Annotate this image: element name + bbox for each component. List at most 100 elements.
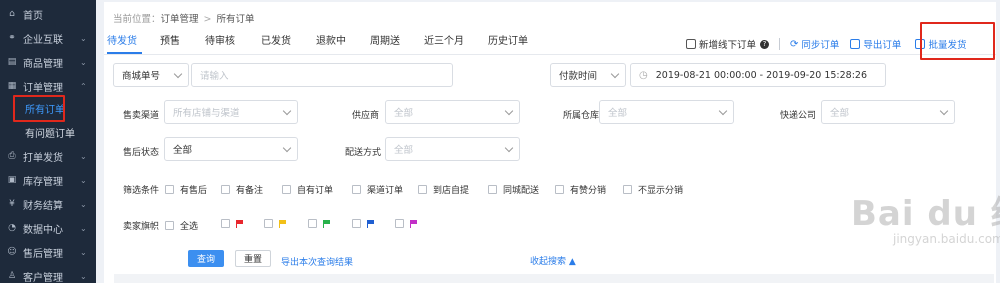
- seller-flags-label: 卖家旗帜: [123, 222, 160, 232]
- tab-presale[interactable]: 预售: [160, 32, 180, 47]
- checkbox[interactable]: [555, 185, 564, 194]
- condition-youzan-distribution[interactable]: 有赞分销: [555, 183, 606, 196]
- finance-icon: ¥: [9, 199, 15, 209]
- sidebar-item-customers[interactable]: ♙ 客户管理 ⌄: [0, 264, 96, 283]
- sales-channel-select[interactable]: 所有店铺与渠道: [164, 100, 298, 124]
- checkbox[interactable]: [165, 221, 174, 230]
- batch-ship-label: 批量发货: [928, 40, 967, 51]
- blue-flag-icon: [367, 219, 375, 228]
- order-number-type-select[interactable]: 商城单号: [113, 63, 189, 87]
- flag-red-option[interactable]: [221, 219, 244, 228]
- results-header-strip: [114, 274, 994, 283]
- link-icon: ⚭: [8, 33, 16, 43]
- flag-green-option[interactable]: [308, 219, 331, 228]
- batch-ship-button[interactable]: 批量发货: [915, 37, 966, 51]
- product-icon: ▤: [7, 57, 17, 67]
- sidebar-item-home[interactable]: ⌂ 首页: [0, 2, 96, 26]
- toolbar-actions: 新增线下订单 ? ⟳ 同步订单 导出订单 批量发货: [686, 37, 966, 51]
- express-select[interactable]: 全部: [821, 100, 955, 124]
- breadcrumb-separator: >: [203, 14, 212, 25]
- warehouse-label: 所属仓库: [563, 111, 600, 121]
- delivery-method-select[interactable]: 全部: [385, 137, 520, 161]
- tab-history[interactable]: 历史订单: [488, 32, 528, 47]
- tab-shipped[interactable]: 已发货: [261, 32, 291, 47]
- tab-pending-review[interactable]: 待审核: [205, 32, 235, 47]
- flag-purple-option[interactable]: [395, 219, 418, 228]
- after-sale-status-label: 售后状态: [123, 148, 160, 158]
- sales-channel-label: 售卖渠道: [123, 111, 160, 121]
- checkbox[interactable]: [488, 185, 497, 194]
- new-offline-order-button[interactable]: 新增线下订单 ?: [686, 37, 770, 51]
- yellow-flag-icon: [279, 219, 287, 228]
- order-number-input[interactable]: 请输入: [191, 63, 453, 87]
- supplier-label: 供应商: [352, 111, 380, 121]
- chevron-down-icon: ⌄: [80, 57, 87, 67]
- time-type-select[interactable]: 付款时间: [550, 63, 626, 87]
- sidebar-item-label: 售后管理: [23, 248, 63, 260]
- date-range-picker[interactable]: ◷ 2019-08-21 00:00:00 - 2019-09-20 15:28…: [630, 63, 886, 87]
- time-type-value: 付款时间: [559, 71, 598, 82]
- condition-channel-order[interactable]: 渠道订单: [352, 183, 403, 196]
- sidebar-item-label: 商品管理: [23, 58, 63, 70]
- checkbox[interactable]: [395, 219, 404, 228]
- checkbox[interactable]: [282, 185, 291, 194]
- checkbox[interactable]: [221, 185, 230, 194]
- checkbox[interactable]: [352, 219, 361, 228]
- sync-orders-button[interactable]: ⟳ 同步订单: [790, 37, 840, 52]
- checkbox[interactable]: [264, 219, 273, 228]
- checkbox[interactable]: [623, 185, 632, 194]
- chevron-down-icon: ⌄: [80, 271, 87, 281]
- reset-button[interactable]: 重置: [235, 250, 271, 267]
- sidebar-item-data-center[interactable]: ◔ 数据中心 ⌄: [0, 216, 96, 240]
- condition-label: 渠道订单: [367, 186, 404, 196]
- flag-yellow-option[interactable]: [264, 219, 287, 228]
- export-orders-button[interactable]: 导出订单: [850, 37, 901, 51]
- sidebar-subitem-problem-orders[interactable]: 有问题订单: [0, 121, 96, 143]
- sidebar-subitem-all-orders[interactable]: 所有订单: [0, 97, 96, 119]
- sidebar-item-inventory[interactable]: ▣ 库存管理 ⌄: [0, 168, 96, 192]
- condition-label: 有赞分销: [570, 186, 607, 196]
- checkbox[interactable]: [418, 185, 427, 194]
- condition-remark[interactable]: 有备注: [221, 183, 263, 196]
- condition-store-pickup[interactable]: 到店自提: [418, 183, 469, 196]
- breadcrumb-prefix: 当前位置：: [113, 14, 161, 25]
- export-results-link[interactable]: 导出本次查询结果: [281, 255, 353, 268]
- sidebar-item-orders[interactable]: ▦ 订单管理 ⌃: [0, 74, 96, 98]
- express-value: 全部: [830, 108, 850, 119]
- tab-pending-ship[interactable]: 待发货: [107, 32, 137, 47]
- checkbox[interactable]: [165, 185, 174, 194]
- warehouse-select[interactable]: 全部: [599, 100, 734, 124]
- condition-own-order[interactable]: 自有订单: [282, 183, 333, 196]
- condition-same-city[interactable]: 同城配送: [488, 183, 539, 196]
- condition-after-sale[interactable]: 有售后: [165, 183, 207, 196]
- tab-refunding[interactable]: 退款中: [316, 32, 346, 47]
- chevron-down-icon: ⌄: [80, 247, 87, 257]
- flag-blue-option[interactable]: [352, 219, 375, 228]
- after-sale-status-select[interactable]: 全部: [164, 137, 298, 161]
- collapse-search-link[interactable]: 收起搜索 ▲: [530, 254, 576, 267]
- after-sale-status-value: 全部: [173, 145, 193, 156]
- supplier-select[interactable]: 全部: [385, 100, 520, 124]
- inventory-icon: ▣: [7, 175, 17, 185]
- divider: [779, 38, 781, 50]
- chevron-up-icon: ⌃: [80, 81, 87, 91]
- sidebar-item-shipping[interactable]: ⎙ 打单发货 ⌄: [0, 144, 96, 168]
- sync-orders-label: 同步订单: [801, 40, 840, 51]
- checkbox[interactable]: [308, 219, 317, 228]
- condition-hide-distribution[interactable]: 不显示分销: [623, 183, 683, 196]
- breadcrumb-section[interactable]: 订单管理: [161, 14, 199, 25]
- query-button[interactable]: 查询: [188, 250, 224, 267]
- tab-periodic[interactable]: 周期送: [370, 32, 400, 47]
- help-icon[interactable]: ?: [760, 39, 770, 49]
- condition-label: 有备注: [236, 186, 264, 196]
- sidebar-item-finance[interactable]: ¥ 财务结算 ⌄: [0, 192, 96, 216]
- breadcrumb-current: 所有订单: [216, 14, 255, 25]
- sidebar-item-enterprise[interactable]: ⚭ 企业互联 ⌄: [0, 26, 96, 50]
- checkbox[interactable]: [352, 185, 361, 194]
- export-icon: [850, 39, 861, 49]
- flag-select-all[interactable]: 全选: [165, 219, 198, 232]
- tab-last-three-months[interactable]: 近三个月: [424, 32, 464, 47]
- checkbox[interactable]: [221, 219, 230, 228]
- sidebar-item-after-sale[interactable]: ☺ 售后管理 ⌄: [0, 240, 96, 264]
- sidebar-item-products[interactable]: ▤ 商品管理 ⌄: [0, 50, 96, 74]
